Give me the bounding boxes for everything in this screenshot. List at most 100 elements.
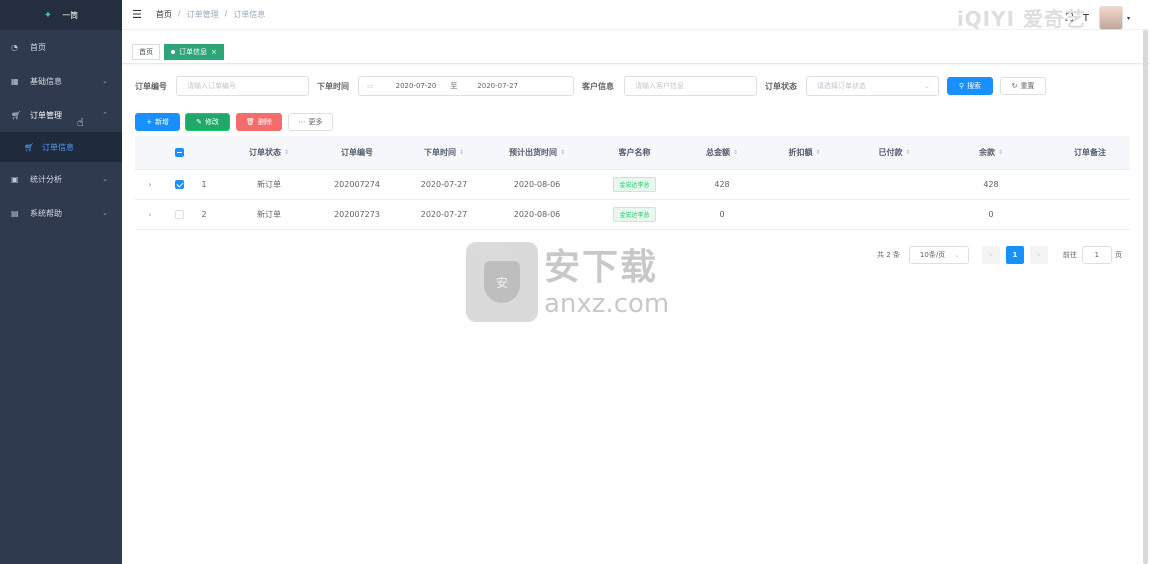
avatar[interactable] (1098, 6, 1123, 30)
expand-arrow-icon[interactable]: › (148, 180, 151, 189)
tag-label: 订单信息 (179, 47, 207, 56)
col-header-ship-time[interactable]: 预计出货时间 ⇕ (497, 136, 577, 169)
page-size-value: 10条/页 (919, 251, 946, 259)
sort-icon[interactable]: ⇕ (905, 149, 910, 156)
page-scrollbar[interactable] (1143, 30, 1148, 564)
balance-amount: 0 (988, 210, 994, 219)
edit-button[interactable]: ✎ 修改 (185, 113, 230, 131)
tag-home[interactable]: 首页 (132, 43, 160, 60)
row-checkbox[interactable] (174, 180, 184, 189)
status-placeholder: 请选择订单状态 (817, 82, 866, 90)
col-header-paid[interactable]: 已付款 ⇕ (857, 136, 932, 169)
sort-icon[interactable]: ⇕ (459, 149, 464, 156)
sidebar-item-order-management[interactable]: 🛒︎ 订单管理 ⌃ (0, 98, 122, 132)
active-dot-icon (171, 49, 175, 54)
page-number-current[interactable]: 1 (1005, 246, 1024, 264)
prev-page-button[interactable]: ‹ (981, 246, 1000, 264)
table-row[interactable]: › 1 新订单 202007274 2020-07-27 2020-08-06 … (135, 170, 1130, 200)
sort-icon[interactable]: ⇕ (733, 149, 738, 156)
tag-order-info[interactable]: 订单信息 × (164, 43, 224, 60)
col-header-order-no: 订单编号 (323, 136, 391, 169)
sidebar-item-label: 系统帮助 (30, 208, 62, 218)
add-button[interactable]: + 新增 (135, 113, 180, 131)
shield-icon: 安 (484, 261, 520, 303)
order-no: 202007273 (334, 210, 380, 219)
order-no-label: 订单编号 (135, 82, 167, 91)
next-page-button[interactable]: › (1029, 246, 1048, 264)
delete-button[interactable]: 🗑︎ 删除 (236, 113, 282, 131)
order-no-input[interactable]: 请输入订单编号 (176, 76, 309, 96)
table-row[interactable]: › 2 新订单 202007273 2020-07-27 2020-08-06 … (135, 200, 1130, 230)
caret-down-icon[interactable]: ▾ (1127, 15, 1130, 22)
goto-label: 前往 (1062, 251, 1077, 259)
sidebar-item-home[interactable]: ◔ 首页 (0, 30, 122, 64)
ship-time: 2020-08-06 (513, 180, 561, 189)
sidebar-item-label: 基础信息 (30, 76, 62, 86)
reset-button[interactable]: ↻ 重置 (1000, 77, 1046, 95)
col-header-order-time[interactable]: 下单时间 ⇕ (391, 136, 497, 169)
col-header-balance[interactable]: 余款 ⇕ (932, 136, 1050, 169)
reset-button-label: 重置 (1020, 82, 1035, 90)
col-header-label: 下单时间 (423, 148, 456, 157)
search-button[interactable]: ⚲ 搜索 (947, 77, 993, 95)
date-end[interactable]: 2020-07-27 (477, 82, 518, 90)
col-header-label: 预计出货时间 (508, 148, 557, 157)
col-header-label: 订单状态 (248, 148, 281, 157)
hand-cursor-icon: ☝ (77, 116, 84, 129)
row-checkbox[interactable] (174, 210, 184, 219)
order-time-label: 下单时间 (317, 82, 349, 91)
watermark-text: 安下载 anxz.com (544, 246, 669, 318)
dashboard-icon: ◔ (11, 42, 18, 52)
chevron-down-icon: ⌄ (102, 209, 108, 217)
breadcrumb-order-management[interactable]: 订单管理 (187, 9, 219, 20)
watermark-en: anxz.com (544, 289, 670, 319)
breadcrumb-home[interactable]: 首页 (156, 9, 172, 20)
select-all-checkbox[interactable] (174, 148, 184, 157)
col-header-total[interactable]: 总金额 ⇕ (692, 136, 752, 169)
sidebar-item-system-help[interactable]: ▤ 系统帮助 ⌄ (0, 196, 122, 230)
font-size-icon[interactable]: T (1083, 13, 1089, 24)
app-logo[interactable]: ✦ 一筒 (0, 0, 122, 30)
col-header-customer: 客户名称 (577, 136, 692, 169)
col-header-status[interactable]: 订单状态 ⇕ (215, 136, 323, 169)
briefcase-icon: ▤ (11, 208, 19, 218)
order-date-range-picker[interactable]: ▭ 2020-07-20 至 2020-07-27 (358, 76, 574, 96)
sidebar-item-basic-info[interactable]: ▦ 基础信息 ⌄ (0, 64, 122, 98)
close-icon[interactable]: × (211, 48, 217, 56)
sidebar-item-label: 统计分析 (30, 174, 62, 184)
navbar-right: ⛶ T ▾ (1066, 6, 1130, 30)
goto-page-input[interactable]: 1 (1081, 246, 1112, 264)
sort-icon[interactable]: ⇕ (998, 149, 1003, 156)
row-index: 1 (201, 180, 207, 189)
watermark-cn: 安下载 (544, 247, 659, 288)
pagination: 共 2 条 10条/页 ⌄ ‹ 1 › 前往 1 页 (877, 246, 1122, 264)
hamburger-icon[interactable]: ☰ (132, 8, 142, 21)
order-status-label: 订单状态 (765, 82, 797, 91)
fullscreen-icon[interactable]: ⛶ (1066, 13, 1073, 24)
sidebar-subitem-order-info[interactable]: 🛒︎ 订单信息 (0, 132, 122, 162)
col-header-label: 总金额 (705, 148, 730, 157)
more-button[interactable]: ⋯ 更多 (288, 113, 333, 131)
orders-table: 订单状态 ⇕ 订单编号 下单时间 ⇕ 预计出货时间 ⇕ 客户名称 总金额 ⇕ 折扣额 ⇕ … (135, 136, 1130, 230)
page-size-select[interactable]: 10条/页 ⌄ (908, 246, 969, 264)
sidebar-subitem-label: 订单信息 (42, 142, 74, 152)
expand-arrow-icon[interactable]: › (148, 210, 151, 219)
top-navbar: ☰ 首页 / 订单管理 / 订单信息 iQIYI 爱奇艺 ⛶ T ▾ (122, 0, 1150, 31)
sidebar-item-statistics[interactable]: ▣ 统计分析 ⌄ (0, 162, 122, 196)
delete-button-label: 删除 (257, 118, 272, 126)
date-start[interactable]: 2020-07-20 (396, 82, 437, 90)
customer-input[interactable]: 请输入客户信息 (624, 76, 757, 96)
sort-icon[interactable]: ⇕ (560, 149, 565, 156)
order-status: 新订单 (257, 210, 281, 219)
order-status-select[interactable]: 请选择订单状态 ⌄ (806, 76, 939, 96)
cart-icon: 🛒︎ (24, 142, 35, 152)
sort-icon[interactable]: ⇕ (284, 149, 289, 156)
order-time: 2020-07-27 (420, 180, 468, 189)
select-all-col (165, 136, 193, 169)
sort-icon[interactable]: ⇕ (815, 149, 820, 156)
chevron-down-icon: ⌄ (954, 251, 960, 259)
col-header-discount[interactable]: 折扣额 ⇕ (752, 136, 857, 169)
search-button-label: 搜索 (967, 82, 982, 90)
total-amount: 0 (719, 210, 725, 219)
date-separator: 至 (450, 82, 458, 90)
